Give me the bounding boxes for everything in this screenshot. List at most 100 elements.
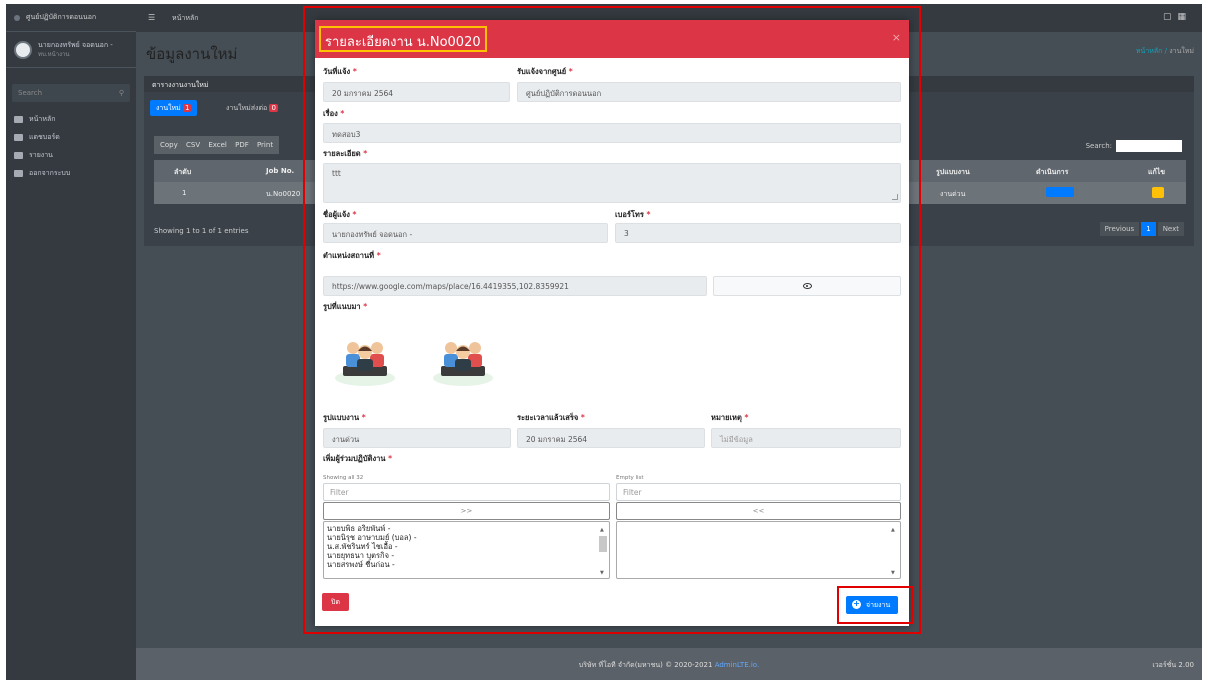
attached-photo-1[interactable] (329, 322, 401, 394)
list-item[interactable]: นายบพิธ อริยพันพ์ - (327, 524, 606, 533)
scroll-down-icon[interactable]: ▼ (891, 569, 895, 578)
footer-link[interactable]: AdminLTE.io. (715, 661, 760, 669)
field-label: วันที่แจ้ง * (323, 66, 357, 78)
scroll-down-icon[interactable]: ▼ (600, 569, 604, 578)
topbar-home-link[interactable]: หน้าหลัก (172, 13, 198, 24)
field-label: ชื่อผู้แจ้ง * (323, 209, 356, 221)
right-filter-input[interactable]: Filter (616, 483, 901, 501)
sidebar: ศูนย์ปฏิบัติการดอนนอก นายกองทรัพย์ จอดนอ… (6, 4, 136, 680)
edit-button[interactable] (1152, 187, 1164, 200)
col-header[interactable]: ลำดับ (174, 167, 191, 178)
right-list-info: Empty list (616, 475, 644, 481)
scrollbar[interactable]: ▲ ▼ (890, 526, 898, 576)
field-label: หมายเหตุ * (711, 412, 748, 424)
close-button[interactable]: ปิด (322, 593, 349, 611)
selected-users-list[interactable]: ▲ ▼ (616, 521, 901, 579)
scroll-thumb[interactable] (599, 536, 607, 552)
required-mark: * (376, 251, 381, 260)
logout-icon (14, 169, 23, 177)
attached-photo-2[interactable] (427, 322, 499, 394)
field-label: รูปแบบงาน * (323, 412, 366, 424)
col-header[interactable]: Job No. (266, 167, 294, 175)
remove-all-button[interactable]: << (616, 502, 901, 520)
view-button[interactable] (1046, 187, 1074, 199)
sidebar-item-logout[interactable]: ออกจากระบบ (6, 164, 136, 182)
close-icon[interactable]: × (892, 31, 901, 44)
table-search-input[interactable] (1116, 140, 1182, 152)
pager-page[interactable]: 1 (1141, 222, 1156, 236)
sidebar-item-home[interactable]: หน้าหลัก (6, 110, 136, 128)
move-all-button[interactable]: >> (323, 502, 610, 520)
col-header[interactable]: แก้ไข (1148, 167, 1165, 178)
completion-date-field[interactable]: 20 มกราคม 2564 (517, 428, 705, 448)
table-info: Showing 1 to 1 of 1 entries (154, 227, 249, 235)
detail-textarea[interactable]: ttt (323, 163, 901, 203)
required-mark: * (352, 210, 357, 219)
assign-button[interactable]: + จ่ายงาน (846, 596, 898, 614)
sidebar-search-input[interactable]: Search ⚲ (12, 84, 130, 102)
center-field[interactable]: ศูนย์ปฏิบัติการดอนนอก (517, 82, 901, 102)
col-header[interactable]: รูปแบบงาน (936, 167, 970, 178)
left-filter-input[interactable]: Filter (323, 483, 610, 501)
sidebar-search-placeholder: Search (18, 89, 43, 97)
brand-logo-icon (14, 14, 20, 21)
label-text: ตำแหน่งสถานที่ (323, 251, 375, 260)
user-panel[interactable]: นายกองทรัพย์ จอดนอก - ทบ.หน้างาน (6, 32, 136, 68)
pager-prev[interactable]: Previous (1099, 222, 1140, 236)
count-badge: 0 (269, 104, 278, 112)
location-field[interactable]: https://www.google.com/maps/place/16.441… (323, 276, 707, 296)
label-text: วันที่แจ้ง (323, 67, 351, 76)
scroll-up-icon[interactable]: ▲ (891, 526, 895, 535)
label-text: รูปที่แนบมา (323, 302, 361, 311)
sidebar-item-label: แดชบอร์ด (29, 132, 60, 141)
pencil-icon (1152, 187, 1164, 198)
field-label: เบอร์โทร * (615, 209, 650, 221)
hamburger-icon[interactable]: ☰ (148, 13, 155, 22)
available-users-list[interactable]: นายบพิธ อริยพันพ์ - นายนิรุช อาษาบมย์ (บ… (323, 521, 610, 579)
breadcrumb: หน้าหลัก / งานใหม่ (1135, 47, 1194, 55)
required-mark: * (388, 454, 393, 463)
table-search: Search: (1086, 140, 1182, 152)
subject-field[interactable]: ทดสอบ3 (323, 123, 901, 143)
list-item[interactable]: น.ส.พัชรินทร์ ไชเอื้อ - (327, 542, 606, 551)
required-mark: * (744, 413, 749, 422)
breadcrumb-home[interactable]: หน้าหลัก (1136, 47, 1162, 55)
pager-next[interactable]: Next (1157, 222, 1184, 236)
sidebar-item-report[interactable]: รายงาน (6, 146, 136, 164)
col-header[interactable]: ดำเนินการ (1036, 167, 1068, 178)
required-mark: * (361, 413, 366, 422)
footer-copyright: บริษัท ที่โอที จำกัด(มหาชน) © 2020-2021 (578, 661, 713, 669)
tab-new-jobs[interactable]: งานใหม่ 1 (150, 100, 198, 116)
brand[interactable]: ศูนย์ปฏิบัติการดอนนอก (6, 4, 136, 32)
label-text: เบอร์โทร (615, 210, 644, 219)
required-mark: * (363, 149, 368, 158)
detail-text: ttt (332, 169, 341, 178)
resize-grip-icon[interactable] (892, 194, 898, 200)
scrollbar[interactable]: ▲ ▼ (599, 526, 607, 576)
assign-button-label: จ่ายงาน (866, 601, 891, 609)
report-date-field[interactable]: 20 มกราคม 2564 (323, 82, 510, 102)
sidebar-item-label: หน้าหลัก (29, 114, 56, 123)
reporter-field[interactable]: นายกองทรัพย์ จอดนอก - (323, 223, 608, 243)
sidebar-item-dashboard[interactable]: แดชบอร์ด (6, 128, 136, 146)
label-text: รายละเอียด (323, 149, 361, 158)
list-item[interactable]: นายยุทธนา บุตรกิจ - (327, 551, 606, 560)
field-label: ระยะเวลาแล้วเสร็จ * (517, 412, 585, 424)
export-buttons[interactable]: Copy CSV Excel PDF Print (154, 136, 280, 154)
phone-field[interactable]: 3 (615, 223, 901, 243)
tab-forwarded-jobs[interactable]: งานใหม่ส่งต่อ 0 (226, 103, 278, 114)
list-item[interactable]: นายสรพงษ์ ชื่นก่อน - (327, 560, 606, 569)
scroll-up-icon[interactable]: ▲ (600, 526, 604, 535)
eye-icon (802, 283, 812, 289)
fullscreen-icon[interactable]: ▢▦ (1163, 12, 1192, 22)
required-mark: * (363, 302, 368, 311)
work-type-field[interactable]: งานด่วน (323, 428, 511, 448)
field-label: รูปที่แนบมา * (323, 301, 367, 313)
search-icon[interactable]: ⚲ (119, 89, 124, 97)
required-mark: * (646, 210, 651, 219)
list-item[interactable]: นายนิรุช อาษาบมย์ (บอล) - (327, 533, 606, 542)
chart-icon (14, 133, 23, 141)
label-text: เรื่อง (323, 109, 338, 118)
view-location-button[interactable] (713, 276, 901, 296)
note-field[interactable]: ไม่มีข้อมูล (711, 428, 901, 448)
